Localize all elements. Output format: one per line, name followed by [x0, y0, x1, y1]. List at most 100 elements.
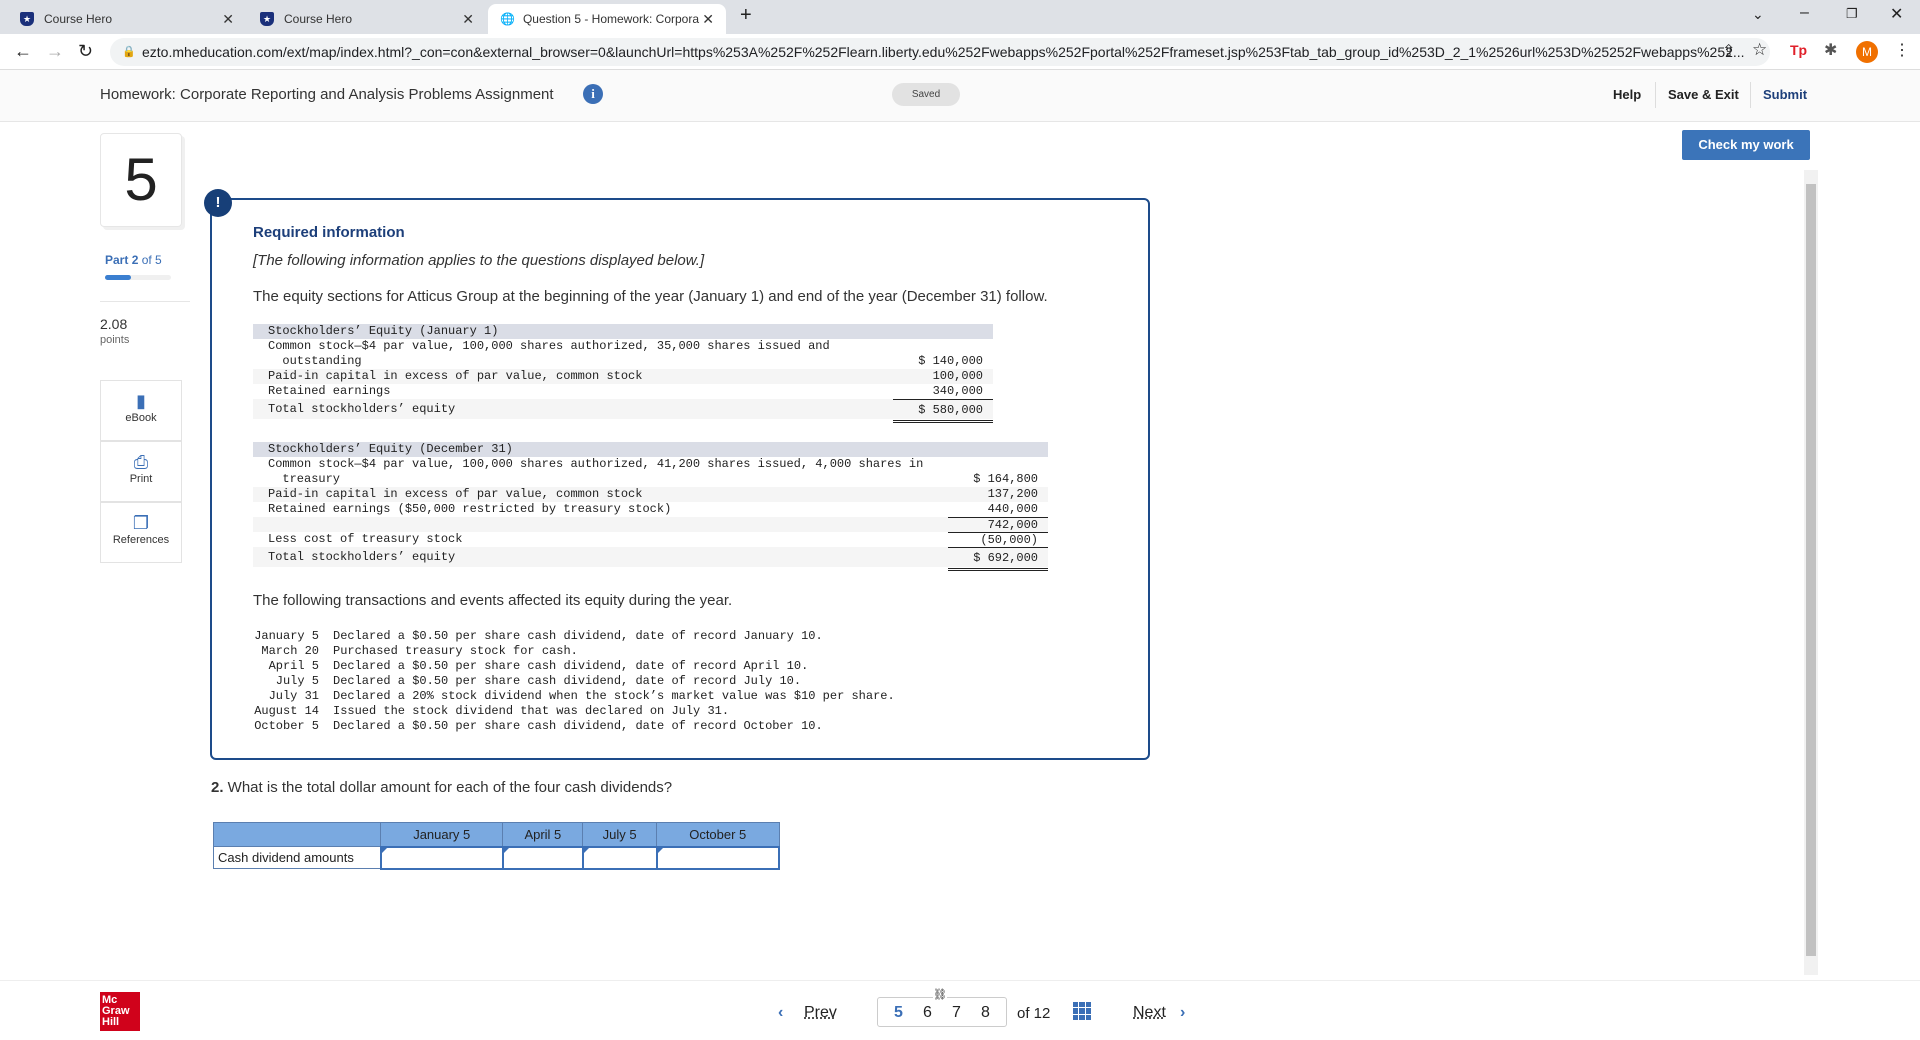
table-row: treasury $ 164,800	[253, 472, 1048, 487]
row-value: 137,200	[987, 487, 1038, 501]
bookmark-star-icon[interactable]: ☆	[1752, 40, 1767, 60]
info-icon[interactable]: i	[583, 84, 603, 104]
references-button[interactable]: ❐ References	[100, 502, 182, 563]
transaction-item: August 14 Issued the stock dividend that …	[253, 704, 1133, 719]
row-label: Less cost of treasury stock	[268, 532, 463, 546]
transaction-text: Declared a $0.50 per share cash dividend…	[333, 659, 809, 673]
row-value: $ 692,000	[948, 547, 1048, 571]
close-window-icon[interactable]: ✕	[1890, 4, 1903, 24]
close-tab-icon[interactable]: ✕	[222, 11, 234, 28]
transaction-date: July 31	[268, 689, 319, 703]
page-selector: ⛓ 5 6 7 8	[877, 988, 1007, 1027]
print-button[interactable]: ⎙ Print	[100, 441, 182, 502]
close-tab-icon[interactable]: ✕	[702, 11, 714, 28]
transaction-text: Declared a $0.50 per share cash dividend…	[333, 629, 823, 643]
url-input[interactable]: 🔒 ezto.mheducation.com/ext/map/index.html…	[110, 38, 1770, 66]
next-button[interactable]: Next	[1133, 1004, 1166, 1022]
transaction-text: Declared a $0.50 per share cash dividend…	[333, 719, 823, 733]
table-row: Total stockholders’ equity $ 692,000	[253, 547, 1048, 571]
save-exit-button[interactable]: Save & Exit	[1668, 87, 1739, 102]
assignment-title: Homework: Corporate Reporting and Analys…	[100, 86, 554, 103]
globe-icon: 🌐	[500, 12, 515, 26]
link-icon: ⛓	[933, 988, 947, 1001]
transaction-date: October 5	[254, 719, 319, 733]
equity-table-december: Stockholders’ Equity (December 31) Common…	[253, 442, 1048, 572]
question-number: 5	[100, 133, 182, 227]
submit-button[interactable]: Submit	[1763, 87, 1807, 102]
part-indicator: Part 2 of 5	[105, 253, 162, 267]
check-my-work-button[interactable]: Check my work	[1682, 130, 1810, 160]
page-button[interactable]: 7	[952, 1004, 961, 1022]
part-progress-fill	[105, 275, 132, 280]
row-label: Paid-in capital in excess of par value, …	[268, 487, 643, 501]
transaction-date: January 5	[254, 629, 319, 643]
row-value: (50,000)	[948, 532, 1048, 548]
row-value: 742,000	[948, 517, 1048, 533]
transaction-item: January 5 Declared a $0.50 per share cash…	[253, 629, 1133, 644]
info-note: [The following information applies to th…	[253, 252, 705, 269]
question-text: 2. What is the total dollar amount for e…	[211, 779, 673, 796]
close-tab-icon[interactable]: ✕	[462, 11, 474, 28]
row-label: Retained earnings	[268, 384, 391, 398]
transaction-date: August 14	[254, 704, 319, 718]
reload-icon[interactable]: ↻	[78, 41, 93, 62]
browser-tab-active[interactable]: 🌐 Question 5 - Homework: Corpora ✕	[488, 4, 726, 34]
minimize-icon[interactable]: –	[1800, 4, 1809, 22]
transactions-intro: The following transactions and events af…	[253, 592, 733, 609]
chevron-left-icon: ‹	[778, 1004, 784, 1021]
july-5-input[interactable]	[581, 845, 658, 870]
help-button[interactable]: Help	[1613, 87, 1641, 102]
column-header: April 5	[502, 822, 584, 847]
scrollbar-thumb[interactable]	[1806, 184, 1816, 956]
page-button[interactable]: 8	[981, 1004, 990, 1022]
forward-icon[interactable]: →	[46, 41, 64, 62]
divider	[1655, 82, 1656, 108]
divider	[100, 301, 190, 302]
transaction-date: July 5	[275, 674, 319, 688]
column-header: January 5	[379, 822, 504, 847]
divider	[1750, 82, 1751, 108]
table-row: Total stockholders’ equity $ 580,000	[253, 399, 993, 423]
copy-icon: ❐	[132, 513, 150, 533]
course-hero-icon: ★	[260, 12, 274, 26]
restore-icon[interactable]: ❐	[1846, 6, 1858, 22]
row-value: 100,000	[932, 369, 983, 383]
extensions-puzzle-icon[interactable]: ✱	[1824, 40, 1837, 60]
page-button-current[interactable]: 5	[894, 1004, 903, 1022]
transaction-text: Issued the stock dividend that was decla…	[333, 704, 730, 718]
prev-button[interactable]: Prev	[804, 1004, 837, 1022]
row-value: $ 164,800	[973, 472, 1038, 486]
saved-status-badge: Saved	[892, 83, 960, 106]
row-label: treasury	[268, 472, 341, 486]
browser-tab[interactable]: ★ Course Hero ✕	[8, 4, 246, 34]
equity-table-january: Stockholders’ Equity (January 1) Common s…	[253, 324, 993, 424]
extension-tp-icon[interactable]: Tp	[1790, 42, 1807, 58]
mcgraw-hill-logo: Mc Graw Hill	[100, 992, 140, 1031]
share-icon[interactable]: ⇪	[1722, 41, 1735, 61]
tab-search-icon[interactable]: ⌄	[1752, 6, 1764, 23]
page-button[interactable]: 6	[923, 1004, 932, 1022]
january-5-input[interactable]	[379, 845, 504, 870]
table-row: 742,000	[253, 517, 1048, 532]
scrollbar[interactable]	[1804, 170, 1818, 975]
row-value: $ 580,000	[893, 399, 993, 423]
april-5-input[interactable]	[501, 845, 584, 870]
table-row: Common stock—$4 par value, 100,000 share…	[253, 339, 993, 354]
table-row: Less cost of treasury stock (50,000)	[253, 532, 1048, 547]
table-row: Retained earnings ($50,000 restricted by…	[253, 502, 1048, 517]
october-5-input[interactable]	[655, 845, 780, 870]
menu-kebab-icon[interactable]: ⋮	[1894, 40, 1910, 60]
grid-view-icon[interactable]	[1073, 1002, 1091, 1020]
required-info-title: Required information	[253, 224, 405, 241]
row-label: Common stock—$4 par value, 100,000 share…	[268, 339, 830, 353]
transaction-text: Declared a 20% stock dividend when the s…	[333, 689, 895, 703]
column-header: October 5	[656, 822, 780, 847]
back-icon[interactable]: ←	[14, 41, 32, 62]
table-heading: Stockholders’ Equity (January 1)	[253, 324, 993, 339]
new-tab-icon[interactable]: +	[740, 4, 752, 27]
profile-avatar[interactable]: M	[1856, 41, 1878, 63]
header-blank	[213, 822, 381, 847]
ebook-button[interactable]: ▮ eBook	[100, 380, 182, 441]
table-row: Retained earnings 340,000	[253, 384, 993, 399]
browser-tab[interactable]: ★ Course Hero ✕	[248, 4, 486, 34]
